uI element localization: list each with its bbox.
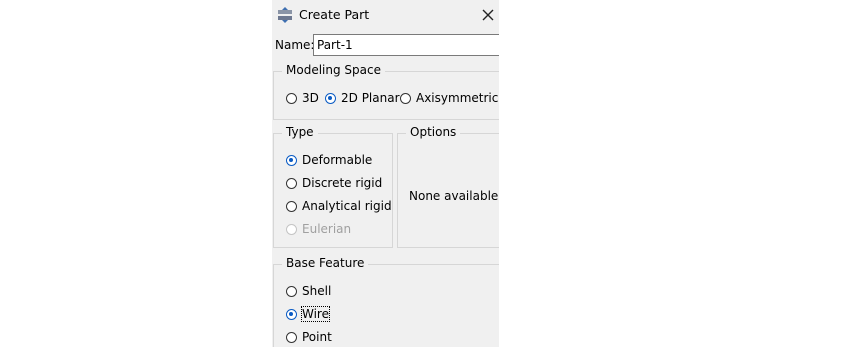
radio-eulerian: Eulerian bbox=[286, 222, 351, 236]
radio-3d-label: 3D bbox=[302, 91, 319, 105]
radio-axisymmetric[interactable]: Axisymmetric bbox=[400, 91, 498, 105]
radio-discrete-rigid[interactable]: Discrete rigid bbox=[286, 176, 382, 190]
title-bar: Create Part bbox=[272, 0, 499, 30]
radio-shell[interactable]: Shell bbox=[286, 284, 331, 298]
dialog-title: Create Part bbox=[299, 7, 370, 22]
radio-wire-indicator[interactable] bbox=[286, 308, 297, 320]
radio-point-indicator[interactable] bbox=[286, 331, 297, 343]
type-legend: Type bbox=[282, 125, 318, 139]
radio-analytical-rigid-indicator[interactable] bbox=[286, 200, 297, 212]
radio-3d-indicator[interactable] bbox=[286, 92, 297, 104]
radio-eulerian-indicator bbox=[286, 223, 297, 235]
options-legend: Options bbox=[406, 125, 461, 139]
radio-2d-planar-indicator[interactable] bbox=[325, 92, 336, 104]
name-label: Name: bbox=[275, 38, 315, 52]
base-feature-legend: Base Feature bbox=[282, 256, 369, 270]
radio-2d-planar[interactable]: 2D Planar bbox=[325, 91, 400, 105]
radio-point[interactable]: Point bbox=[286, 330, 332, 344]
radio-wire-label: Wire bbox=[301, 306, 330, 322]
modeling-space-group: Modeling Space 3D 2D Planar Axisymmetric bbox=[273, 63, 499, 120]
options-message: None available bbox=[409, 189, 499, 203]
radio-wire[interactable]: Wire bbox=[286, 306, 330, 322]
radio-shell-label: Shell bbox=[302, 284, 332, 298]
radio-analytical-rigid[interactable]: Analytical rigid bbox=[286, 199, 392, 213]
type-group: Type Deformable Discrete rigid Analytica… bbox=[273, 125, 393, 248]
app-icon bbox=[278, 7, 292, 23]
radio-3d[interactable]: 3D bbox=[286, 91, 319, 105]
part-name-input[interactable] bbox=[313, 34, 499, 56]
radio-shell-indicator[interactable] bbox=[286, 285, 297, 297]
radio-2d-planar-label: 2D Planar bbox=[341, 91, 400, 105]
modeling-space-legend: Modeling Space bbox=[282, 63, 385, 77]
radio-eulerian-label: Eulerian bbox=[302, 222, 352, 236]
radio-point-label: Point bbox=[302, 330, 332, 344]
create-part-dialog: Create Part Name: Modeling Space 3D 2D P… bbox=[272, 0, 499, 347]
close-icon[interactable] bbox=[479, 6, 497, 24]
radio-deformable-label: Deformable bbox=[302, 153, 373, 167]
radio-axisymmetric-label: Axisymmetric bbox=[416, 91, 499, 105]
radio-axisymmetric-indicator[interactable] bbox=[400, 92, 411, 104]
radio-deformable[interactable]: Deformable bbox=[286, 153, 372, 167]
radio-deformable-indicator[interactable] bbox=[286, 154, 297, 166]
options-group: Options None available bbox=[397, 125, 499, 248]
radio-discrete-rigid-indicator[interactable] bbox=[286, 177, 297, 189]
radio-discrete-rigid-label: Discrete rigid bbox=[302, 176, 383, 190]
radio-analytical-rigid-label: Analytical rigid bbox=[302, 199, 392, 213]
base-feature-group: Base Feature Shell Wire Point bbox=[273, 256, 499, 347]
